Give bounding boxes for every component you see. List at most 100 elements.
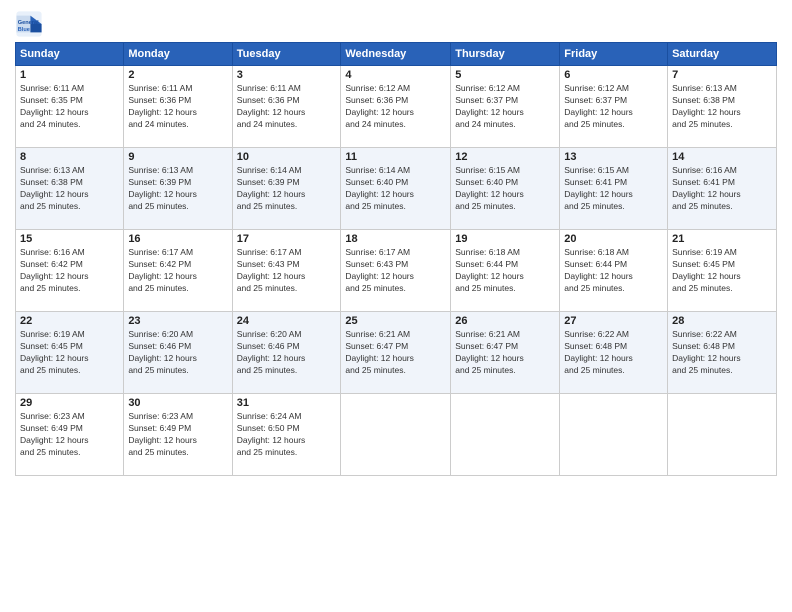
day-info: Sunrise: 6:21 AM Sunset: 6:47 PM Dayligh… — [345, 329, 446, 377]
daylight-minutes: and 25 minutes. — [672, 201, 732, 211]
daylight-label: Daylight: 12 hours — [128, 271, 197, 281]
day-info: Sunrise: 6:16 AM Sunset: 6:42 PM Dayligh… — [20, 247, 119, 295]
sunrise-label: Sunrise: 6:11 AM — [237, 83, 301, 93]
calendar-cell: 13 Sunrise: 6:15 AM Sunset: 6:41 PM Dayl… — [560, 148, 668, 230]
sunset-label: Sunset: 6:35 PM — [20, 95, 83, 105]
day-info: Sunrise: 6:20 AM Sunset: 6:46 PM Dayligh… — [237, 329, 337, 377]
day-number: 15 — [20, 233, 119, 245]
sunset-label: Sunset: 6:39 PM — [128, 177, 191, 187]
col-header-thursday: Thursday — [451, 43, 560, 66]
day-number: 8 — [20, 151, 119, 163]
calendar-cell: 28 Sunrise: 6:22 AM Sunset: 6:48 PM Dayl… — [668, 312, 777, 394]
daylight-minutes: and 25 minutes. — [672, 365, 732, 375]
sunset-label: Sunset: 6:37 PM — [455, 95, 518, 105]
sunset-label: Sunset: 6:45 PM — [672, 259, 735, 269]
sunrise-label: Sunrise: 6:18 AM — [455, 247, 520, 257]
sunrise-label: Sunrise: 6:13 AM — [20, 165, 85, 175]
daylight-label: Daylight: 12 hours — [455, 353, 524, 363]
day-info: Sunrise: 6:20 AM Sunset: 6:46 PM Dayligh… — [128, 329, 227, 377]
calendar-cell: 1 Sunrise: 6:11 AM Sunset: 6:35 PM Dayli… — [16, 66, 124, 148]
sunrise-label: Sunrise: 6:21 AM — [345, 329, 410, 339]
calendar-week-5: 29 Sunrise: 6:23 AM Sunset: 6:49 PM Dayl… — [16, 394, 777, 476]
daylight-label: Daylight: 12 hours — [455, 189, 524, 199]
sunrise-label: Sunrise: 6:11 AM — [128, 83, 192, 93]
calendar-table: SundayMondayTuesdayWednesdayThursdayFrid… — [15, 42, 777, 476]
day-number: 17 — [237, 233, 337, 245]
daylight-minutes: and 25 minutes. — [20, 447, 80, 457]
sunset-label: Sunset: 6:50 PM — [237, 423, 300, 433]
day-number: 11 — [345, 151, 446, 163]
daylight-label: Daylight: 12 hours — [20, 435, 89, 445]
daylight-minutes: and 25 minutes. — [455, 365, 515, 375]
daylight-label: Daylight: 12 hours — [20, 353, 89, 363]
sunset-label: Sunset: 6:47 PM — [455, 341, 518, 351]
daylight-label: Daylight: 12 hours — [20, 107, 89, 117]
day-number: 13 — [564, 151, 663, 163]
sunrise-label: Sunrise: 6:11 AM — [20, 83, 84, 93]
day-info: Sunrise: 6:21 AM Sunset: 6:47 PM Dayligh… — [455, 329, 555, 377]
sunset-label: Sunset: 6:40 PM — [345, 177, 408, 187]
logo-icon: General Blue — [15, 10, 43, 38]
calendar-week-1: 1 Sunrise: 6:11 AM Sunset: 6:35 PM Dayli… — [16, 66, 777, 148]
day-number: 16 — [128, 233, 227, 245]
daylight-label: Daylight: 12 hours — [128, 435, 197, 445]
day-number: 26 — [455, 315, 555, 327]
daylight-minutes: and 25 minutes. — [20, 365, 80, 375]
day-number: 18 — [345, 233, 446, 245]
daylight-minutes: and 24 minutes. — [128, 119, 188, 129]
day-info: Sunrise: 6:13 AM Sunset: 6:39 PM Dayligh… — [128, 165, 227, 213]
sunrise-label: Sunrise: 6:16 AM — [20, 247, 85, 257]
sunrise-label: Sunrise: 6:20 AM — [237, 329, 302, 339]
day-number: 27 — [564, 315, 663, 327]
sunset-label: Sunset: 6:49 PM — [128, 423, 191, 433]
calendar-cell: 4 Sunrise: 6:12 AM Sunset: 6:36 PM Dayli… — [341, 66, 451, 148]
sunset-label: Sunset: 6:36 PM — [128, 95, 191, 105]
calendar-body: 1 Sunrise: 6:11 AM Sunset: 6:35 PM Dayli… — [16, 66, 777, 476]
sunrise-label: Sunrise: 6:19 AM — [20, 329, 85, 339]
calendar-cell: 30 Sunrise: 6:23 AM Sunset: 6:49 PM Dayl… — [124, 394, 232, 476]
daylight-label: Daylight: 12 hours — [20, 271, 89, 281]
day-number: 2 — [128, 69, 227, 81]
day-info: Sunrise: 6:16 AM Sunset: 6:41 PM Dayligh… — [672, 165, 772, 213]
daylight-label: Daylight: 12 hours — [455, 271, 524, 281]
sunset-label: Sunset: 6:43 PM — [345, 259, 408, 269]
sunrise-label: Sunrise: 6:22 AM — [564, 329, 629, 339]
calendar-cell: 16 Sunrise: 6:17 AM Sunset: 6:42 PM Dayl… — [124, 230, 232, 312]
day-number: 5 — [455, 69, 555, 81]
sunset-label: Sunset: 6:46 PM — [237, 341, 300, 351]
calendar-cell: 27 Sunrise: 6:22 AM Sunset: 6:48 PM Dayl… — [560, 312, 668, 394]
calendar-cell — [341, 394, 451, 476]
calendar-cell: 2 Sunrise: 6:11 AM Sunset: 6:36 PM Dayli… — [124, 66, 232, 148]
sunset-label: Sunset: 6:36 PM — [237, 95, 300, 105]
sunrise-label: Sunrise: 6:15 AM — [564, 165, 629, 175]
day-info: Sunrise: 6:12 AM Sunset: 6:36 PM Dayligh… — [345, 83, 446, 131]
daylight-minutes: and 25 minutes. — [20, 201, 80, 211]
calendar-cell: 29 Sunrise: 6:23 AM Sunset: 6:49 PM Dayl… — [16, 394, 124, 476]
day-info: Sunrise: 6:15 AM Sunset: 6:40 PM Dayligh… — [455, 165, 555, 213]
calendar-cell: 3 Sunrise: 6:11 AM Sunset: 6:36 PM Dayli… — [232, 66, 341, 148]
daylight-minutes: and 25 minutes. — [672, 119, 732, 129]
page: General Blue SundayMondayTuesdayWednesda… — [0, 0, 792, 612]
day-number: 12 — [455, 151, 555, 163]
sunrise-label: Sunrise: 6:14 AM — [237, 165, 302, 175]
sunset-label: Sunset: 6:42 PM — [128, 259, 191, 269]
header: General Blue — [15, 10, 777, 38]
sunset-label: Sunset: 6:45 PM — [20, 341, 83, 351]
calendar-cell: 15 Sunrise: 6:16 AM Sunset: 6:42 PM Dayl… — [16, 230, 124, 312]
daylight-minutes: and 25 minutes. — [128, 201, 188, 211]
sunset-label: Sunset: 6:48 PM — [672, 341, 735, 351]
day-info: Sunrise: 6:14 AM Sunset: 6:40 PM Dayligh… — [345, 165, 446, 213]
calendar-cell: 6 Sunrise: 6:12 AM Sunset: 6:37 PM Dayli… — [560, 66, 668, 148]
daylight-label: Daylight: 12 hours — [672, 107, 741, 117]
calendar-cell: 9 Sunrise: 6:13 AM Sunset: 6:39 PM Dayli… — [124, 148, 232, 230]
day-info: Sunrise: 6:18 AM Sunset: 6:44 PM Dayligh… — [564, 247, 663, 295]
daylight-label: Daylight: 12 hours — [345, 107, 414, 117]
daylight-minutes: and 25 minutes. — [672, 283, 732, 293]
day-info: Sunrise: 6:23 AM Sunset: 6:49 PM Dayligh… — [20, 411, 119, 459]
sunset-label: Sunset: 6:41 PM — [672, 177, 735, 187]
daylight-label: Daylight: 12 hours — [237, 435, 306, 445]
calendar-cell: 23 Sunrise: 6:20 AM Sunset: 6:46 PM Dayl… — [124, 312, 232, 394]
day-number: 22 — [20, 315, 119, 327]
daylight-label: Daylight: 12 hours — [237, 353, 306, 363]
day-number: 21 — [672, 233, 772, 245]
